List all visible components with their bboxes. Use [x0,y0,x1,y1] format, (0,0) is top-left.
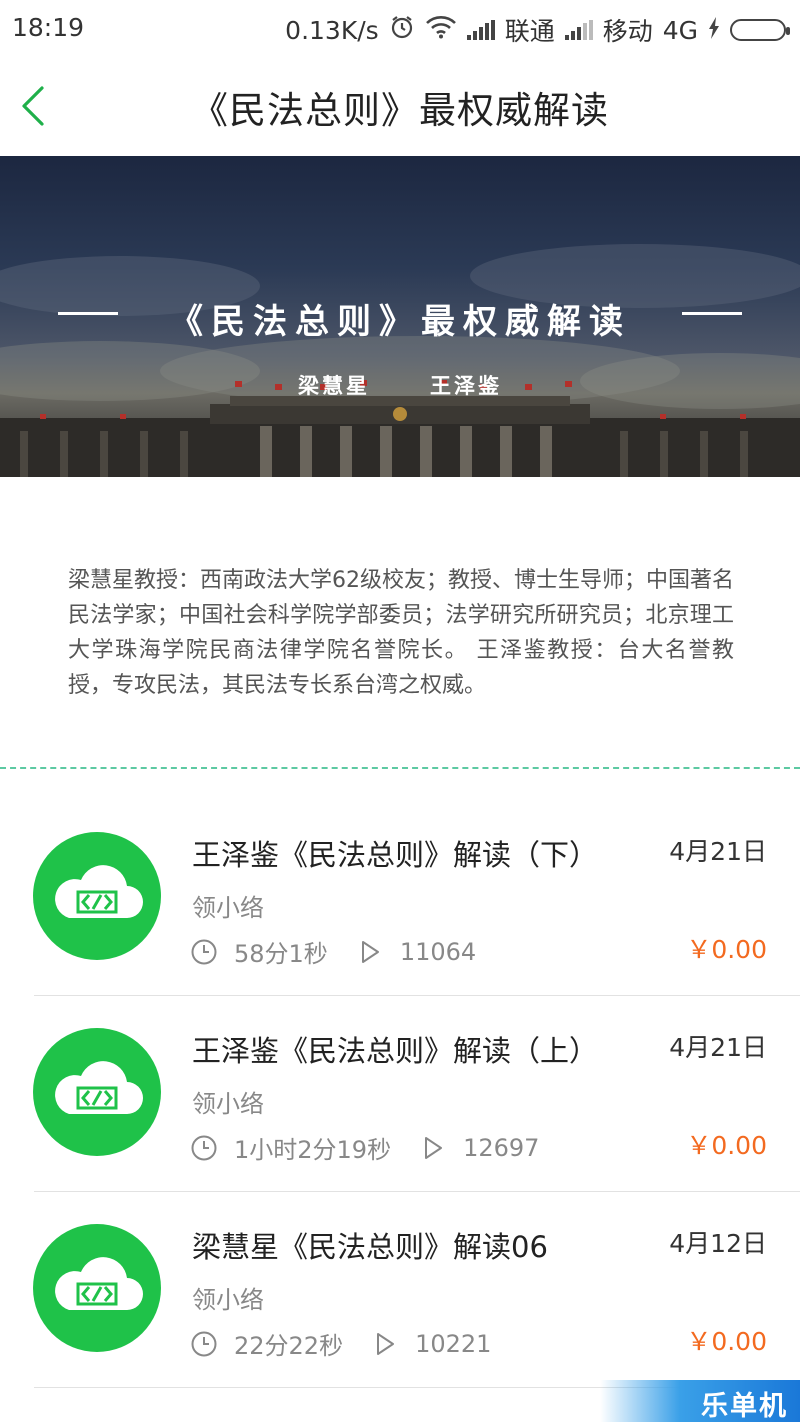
banner-author-2: 王泽鉴 [430,374,502,398]
item-title: 王泽鉴《民法总则》解读（下） [192,838,599,872]
alarm-icon [389,14,415,46]
clock-icon [191,1331,217,1356]
item-duration: 58分1秒 [234,940,328,968]
list-item[interactable]: 王泽鉴《民法总则》解读（上） 4月21日 领小络 1小时2分19秒 12697 … [0,996,800,1192]
charging-icon [708,16,720,45]
nav-bar: 《民法总则》最权威解读 [0,56,800,156]
item-date: 4月12日 [669,1229,767,1258]
item-play-count: 11064 [399,937,477,966]
item-duration: 22分22秒 [234,1332,344,1360]
list-item[interactable]: 王泽鉴《民法总则》解读（下） 4月21日 领小络 58分1秒 11064 ￥0.… [0,800,800,996]
item-price: ￥0.00 [686,935,767,964]
watermark-text: 乐单机 [701,1391,788,1422]
item-author: 领小络 [192,1090,264,1118]
item-play-count: 12697 [463,1133,540,1162]
battery-icon [730,19,790,41]
signal-icon-1 [466,20,495,40]
item-date: 4月21日 [669,1033,767,1062]
carrier-1: 联通 [504,17,555,46]
signal-icon-2 [564,20,593,40]
clock-icon [191,939,217,964]
watermark-logo: 乐单机 [600,1380,800,1422]
play-icon [425,1136,443,1159]
item-price: ￥0.00 [686,1327,767,1356]
section-divider [0,767,800,769]
page-title: 《民法总则》最权威解读 [191,89,609,132]
status-time: 18:19 [12,13,85,42]
item-author: 领小络 [192,894,264,922]
item-author: 领小络 [192,1286,264,1314]
network-type: 4G [662,15,698,45]
banner-title: 《民法总则》最权威解读 [169,302,631,342]
item-price: ￥0.00 [686,1131,767,1160]
carrier-2: 移动 [602,17,653,46]
cloud-logo-icon [33,1224,161,1352]
play-icon [377,1332,395,1355]
item-play-count: 10221 [415,1329,492,1358]
item-duration: 1小时2分19秒 [234,1136,392,1164]
list-item[interactable]: 梁慧星《民法总则》解读06 4月12日 领小络 22分22秒 10221 ￥0.… [0,1192,800,1388]
wifi-icon [425,15,457,45]
status-bar: 18:19 0.13K/s 联通 移动 4G [0,0,800,56]
item-date: 4月21日 [669,837,767,866]
course-introduction: 梁慧星教授：西南政法大学62级校友；教授、博士生导师；中国著名民法学家；中国社会… [68,568,734,698]
banner-image: 《民法总则》最权威解读 梁慧星 王泽鉴 [0,156,800,477]
play-icon [361,940,379,963]
clock-icon [191,1135,217,1160]
cloud-logo-icon [33,832,161,960]
item-title: 梁慧星《民法总则》解读06 [192,1230,548,1264]
cloud-logo-icon [33,1028,161,1156]
banner-line-right [682,312,742,315]
banner-author-1: 梁慧星 [298,374,370,398]
network-speed: 0.13K/s [285,15,379,45]
item-title: 王泽鉴《民法总则》解读（上） [192,1034,599,1068]
